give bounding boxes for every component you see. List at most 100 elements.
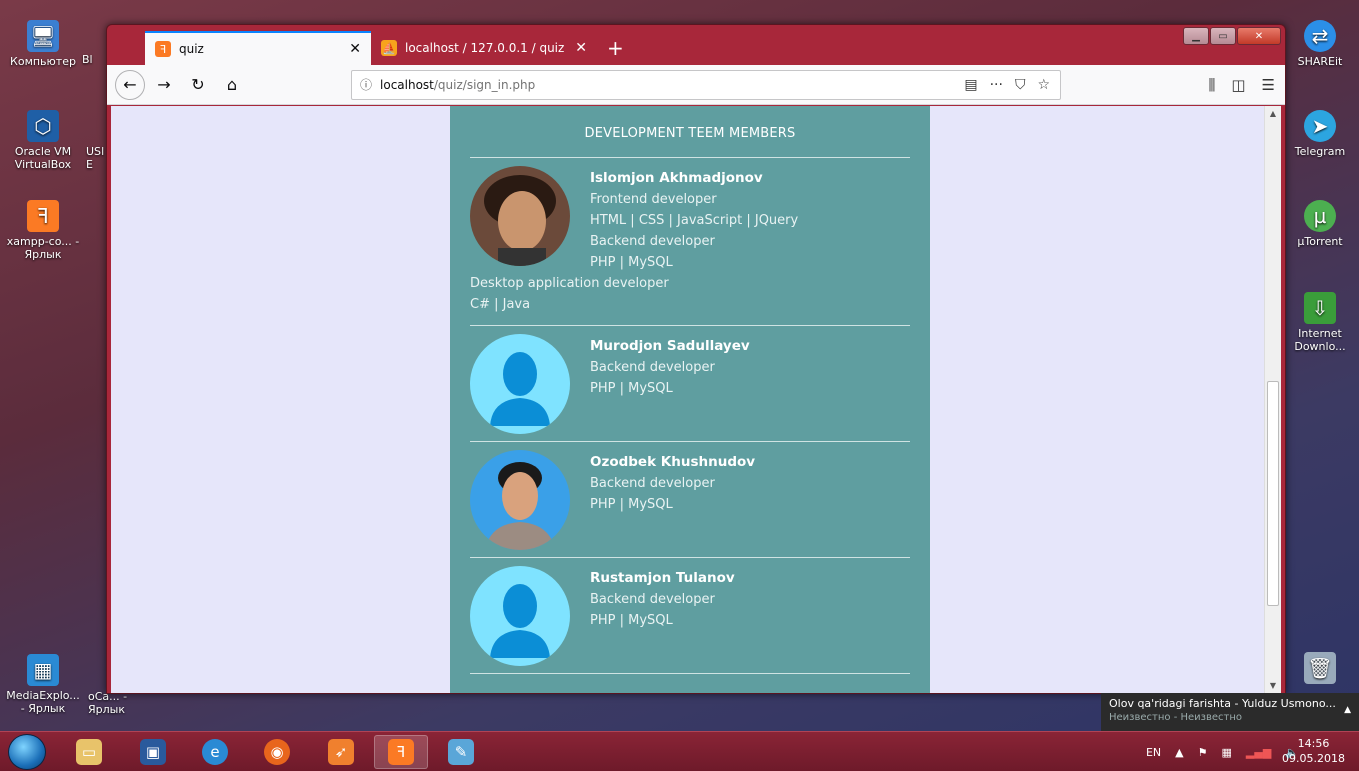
bookmark-star-icon[interactable]: ☆ [1037, 77, 1050, 93]
url-host: localhost [380, 77, 434, 92]
sidebar-icon[interactable]: ◫ [1231, 76, 1245, 94]
taskbar-explorer[interactable]: ▭ [62, 735, 116, 769]
virtualbox-icon: ⬡ [27, 110, 59, 142]
xampp-icon: ꟻ [388, 739, 414, 765]
firefox-icon: ◉ [264, 739, 290, 765]
taskbar-firefox[interactable]: ◉ [250, 735, 304, 769]
save-icon: ▣ [140, 739, 166, 765]
back-button[interactable]: ← [115, 69, 145, 100]
scrollbar-thumb[interactable] [1267, 381, 1279, 606]
tray-expand-icon[interactable]: ▲ [1175, 746, 1183, 759]
clock-time: 14:56 [1297, 737, 1330, 750]
menu-icon[interactable]: ☰ [1262, 76, 1275, 94]
swift-icon: ➶ [328, 739, 354, 765]
desktop-icon-label: Bl [82, 53, 93, 66]
browser-window: ▁ ▭ ✕ ꟻ quiz ✕ ⛵ localhost / 127.0.0.1 /… [106, 24, 1286, 694]
desktop-icon-idm[interactable]: ⇩ Internet Downlo... [1281, 292, 1359, 353]
start-button[interactable] [8, 734, 46, 770]
tab-quiz[interactable]: ꟻ quiz ✕ [145, 31, 371, 65]
tab-close-icon[interactable]: ✕ [349, 41, 361, 57]
clock[interactable]: 14:56 09.05.2018 [1282, 736, 1345, 766]
page-scrollbar[interactable]: ▲ ▼ [1264, 106, 1281, 693]
desktop-icon-recycle-bin[interactable]: 🗑 [1281, 652, 1359, 687]
media-notification[interactable]: Olov qa'ridagi farishta - Yulduz Usmono.… [1101, 693, 1359, 731]
tab-close-icon[interactable]: ✕ [575, 40, 587, 56]
tab-label: localhost / 127.0.0.1 / quiz / use [405, 41, 567, 55]
more-icon[interactable]: ··· [990, 77, 1003, 93]
desktop-icon-virtualbox[interactable]: ⬡ Oracle VM VirtualBox [4, 110, 82, 171]
library-icon[interactable]: ⫼ [1208, 76, 1215, 94]
paint-icon: ✎ [448, 739, 474, 765]
desktop-icon-label: µTorrent [1297, 235, 1343, 248]
flag-icon[interactable]: ⚑ [1198, 746, 1208, 759]
taskbar-swift[interactable]: ➶ [314, 735, 368, 769]
forward-button[interactable]: → [149, 70, 179, 100]
desktop-icon-label: Telegram [1294, 145, 1346, 158]
page-title: DEVELOPMENT TEEM MEMBERS [470, 106, 910, 158]
network-icon[interactable]: ▦ [1222, 746, 1232, 759]
media-subtitle: Неизвестно - Неизвестно [1109, 712, 1242, 723]
shareit-icon: ⇄ [1304, 20, 1336, 52]
scroll-up-icon[interactable]: ▲ [1265, 109, 1281, 118]
member-card: Rustamjon Tulanov Backend developer PHP … [470, 558, 910, 674]
tab-phpmyadmin[interactable]: ⛵ localhost / 127.0.0.1 / quiz / use ✕ [371, 31, 597, 65]
desktop-icon-label: MediaExplo... - Ярлык [6, 689, 80, 715]
url-bar[interactable]: ⓘ localhost/quiz/sign_in.php ▤ ··· ⛉ ☆ [351, 69, 1061, 100]
desktop-icon-label: Oracle VM VirtualBox [14, 145, 72, 171]
desktop-icon-xampp[interactable]: ꟻ xampp-co... - Ярлык [4, 200, 82, 261]
ie-icon: e [202, 739, 228, 765]
member-role: Desktop application developer [470, 276, 669, 291]
url-path: /quiz/sign_in.php [433, 77, 536, 92]
utorrent-icon: µ [1304, 200, 1336, 232]
signal-icon[interactable]: ▂▄▆ [1246, 746, 1271, 759]
member-skills: C# | Java [470, 297, 531, 312]
new-tab-button[interactable]: + [597, 31, 634, 65]
info-icon[interactable]: ⓘ [360, 76, 372, 93]
member-card: Ozodbek Khushnudov Backend developer PHP… [470, 442, 910, 558]
desktop-icon-computer[interactable]: 🖥 Компьютер [4, 20, 82, 68]
desktop-icon-partial[interactable]: USI E [86, 145, 106, 171]
team-panel: DEVELOPMENT TEEM MEMBERS Islomjon Akhmad… [450, 106, 930, 693]
taskbar-paint[interactable]: ✎ [434, 735, 488, 769]
explorer-icon: ▭ [76, 739, 102, 765]
phpmyadmin-icon: ⛵ [381, 40, 397, 56]
reload-button[interactable]: ↻ [183, 70, 213, 100]
language-indicator[interactable]: EN [1146, 746, 1161, 759]
home-button[interactable]: ⌂ [217, 70, 247, 100]
taskbar-xampp[interactable]: ꟻ [374, 735, 428, 769]
computer-icon: 🖥 [27, 20, 59, 52]
avatar-photo [470, 450, 570, 550]
minimize-button[interactable]: ▁ [1183, 27, 1209, 45]
desktop-icon-label: SHAREit [1297, 55, 1343, 68]
recycle-bin-icon: 🗑 [1304, 652, 1336, 684]
desktop-icon-telegram[interactable]: ➤ Telegram [1281, 110, 1359, 158]
avatar-silhouette-icon [470, 334, 570, 434]
window-controls: ▁ ▭ ✕ [1183, 27, 1281, 45]
desktop-icon-media-explorer[interactable]: ▦ MediaExplo... - Ярлык [4, 654, 82, 715]
media-title: Olov qa'ridagi farishta - Yulduz Usmono.… [1109, 697, 1336, 710]
desktop-icon-utorrent[interactable]: µ µTorrent [1281, 200, 1359, 248]
desktop-icon-label: USI E [86, 145, 105, 171]
tab-label: quiz [179, 42, 204, 56]
scroll-down-icon[interactable]: ▼ [1265, 681, 1281, 690]
system-tray: EN ▲ ⚑ ▦ ▂▄▆ 🔈 [1146, 732, 1299, 771]
media-explorer-icon: ▦ [27, 654, 59, 686]
telegram-icon: ➤ [1304, 110, 1336, 142]
taskbar-ie[interactable]: e [188, 735, 242, 769]
maximize-button[interactable]: ▭ [1210, 27, 1236, 45]
pocket-icon[interactable]: ⛉ [1015, 77, 1026, 93]
desktop-icon-shareit[interactable]: ⇄ SHAREit [1281, 20, 1359, 68]
navigation-toolbar: ← → ↻ ⌂ ⓘ localhost/quiz/sign_in.php ▤ ·… [107, 65, 1285, 105]
clock-date: 09.05.2018 [1282, 752, 1345, 765]
page-viewport: DEVELOPMENT TEEM MEMBERS Islomjon Akhmad… [111, 106, 1281, 693]
taskbar-save[interactable]: ▣ [126, 735, 180, 769]
tab-bar: ꟻ quiz ✕ ⛵ localhost / 127.0.0.1 / quiz … [145, 31, 634, 65]
desktop-icon-partial[interactable]: Bl [82, 53, 106, 66]
reader-icon[interactable]: ▤ [964, 77, 977, 93]
xampp-icon: ꟻ [27, 200, 59, 232]
expand-icon[interactable]: ▲ [1344, 705, 1351, 715]
url-actions: ▤ ··· ⛉ ☆ [964, 77, 1050, 93]
toolbar-right: ⫼ ◫ ☰ [1208, 76, 1275, 94]
idm-icon: ⇩ [1304, 292, 1336, 324]
close-button[interactable]: ✕ [1237, 27, 1281, 45]
